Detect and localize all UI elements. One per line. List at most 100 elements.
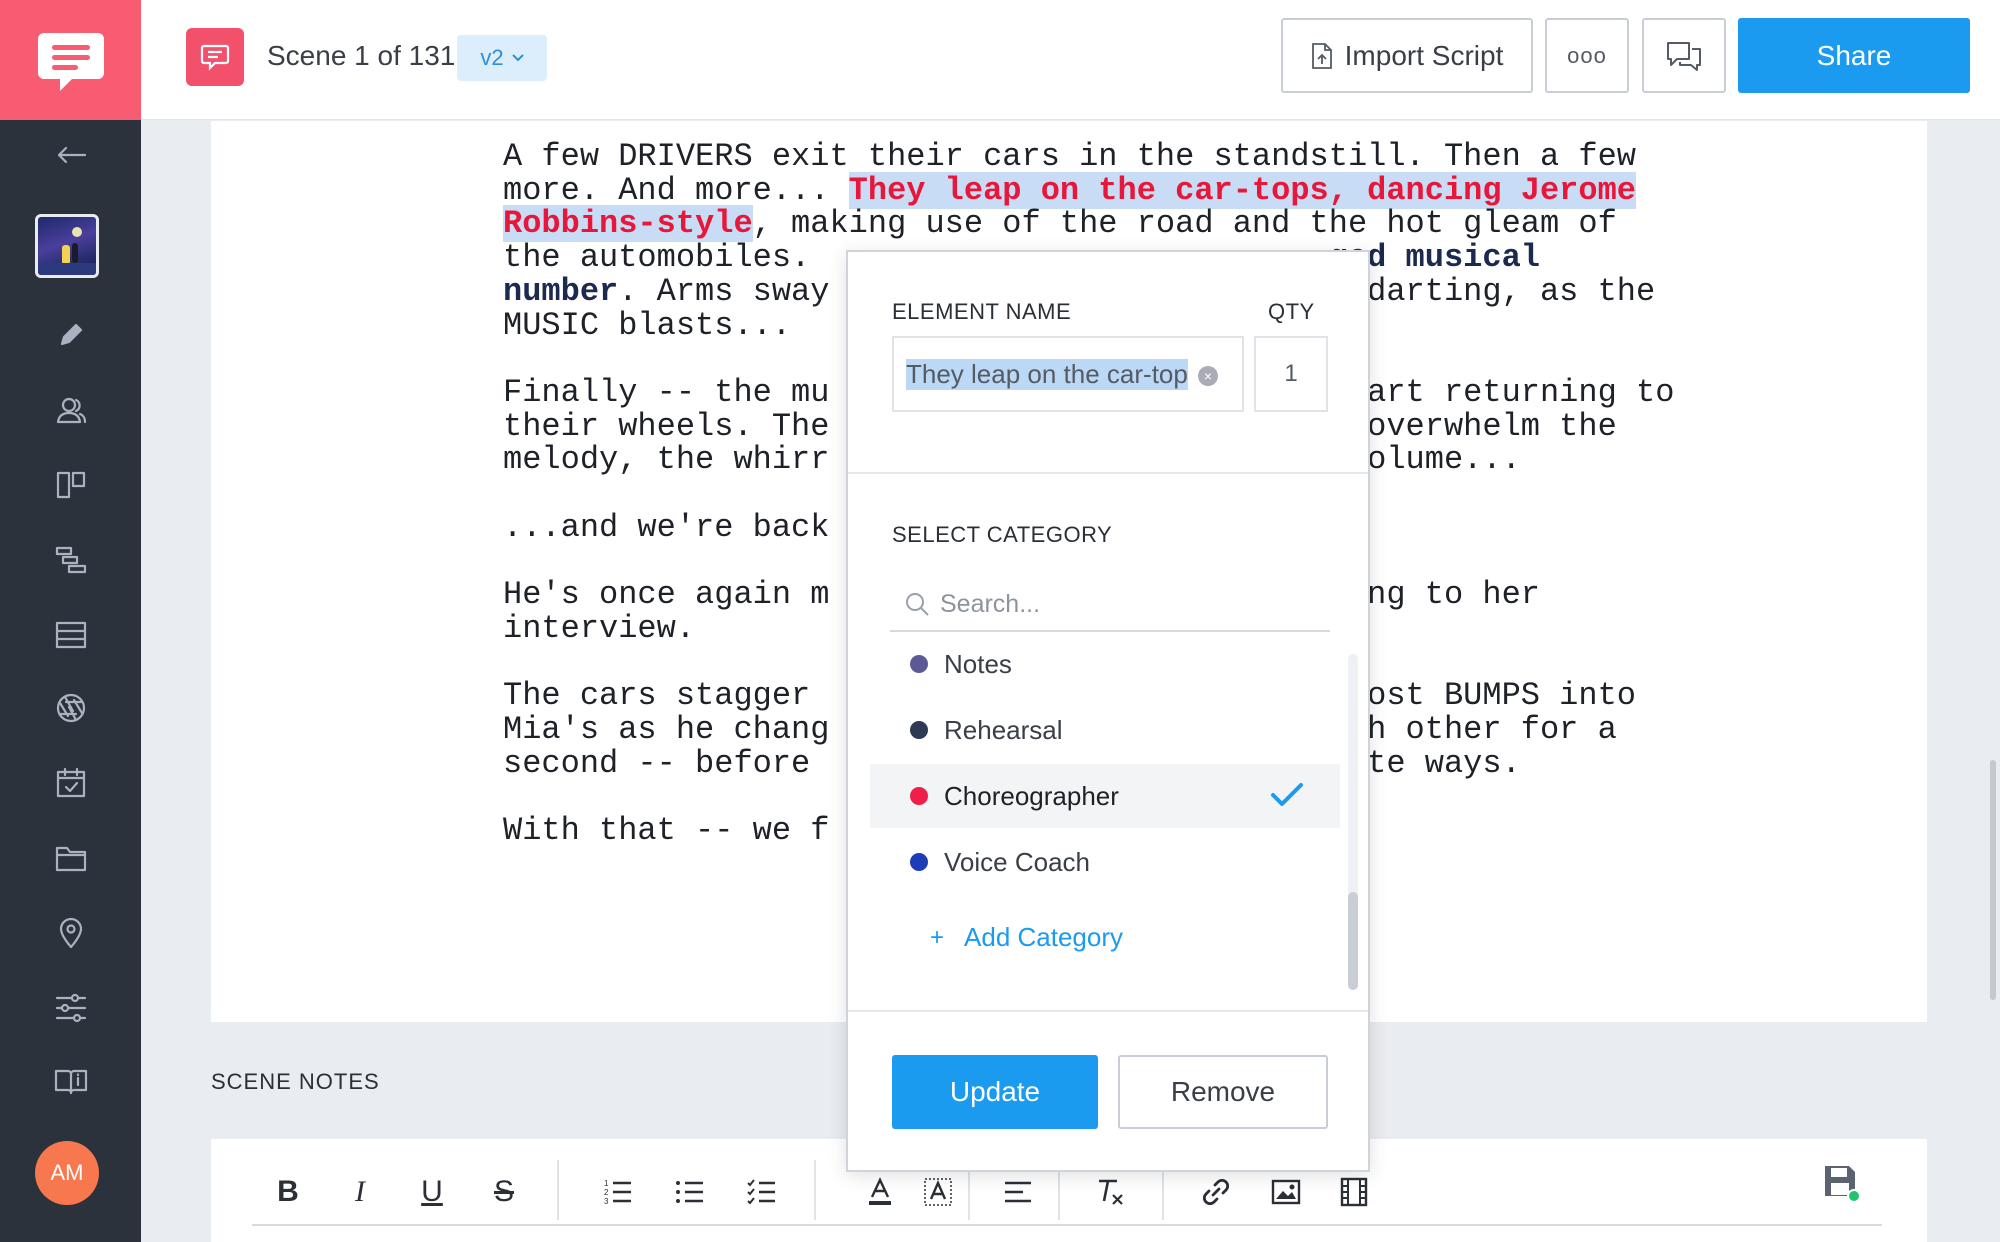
svg-text:3: 3 <box>604 1197 609 1206</box>
strikethrough-button[interactable]: S <box>482 1170 526 1214</box>
script-line: Robbins-style, making use of the road an… <box>503 205 1763 243</box>
element-modal: ELEMENT NAME QTY They leap on the car-to… <box>846 250 1370 1172</box>
script-text-segment: more. And more... <box>503 171 849 209</box>
checklist-button[interactable] <box>740 1170 784 1214</box>
toolbar-divider <box>814 1160 816 1220</box>
sidebar-item-locations[interactable] <box>0 903 141 963</box>
image-button[interactable] <box>1264 1170 1308 1214</box>
category-item-choreographer[interactable]: Choreographer <box>870 764 1340 828</box>
script-text-segment: interview. <box>503 609 696 647</box>
script-text-segment: number <box>503 272 619 310</box>
script-text-segment: A few DRIVERS exit their cars in the sta… <box>503 138 1636 175</box>
numbered-list-button[interactable]: 123 <box>596 1170 640 1214</box>
highlighted-element-text[interactable]: They leap on the car-tops, dancing Jerom… <box>848 171 1636 209</box>
category-label: Rehearsal <box>944 714 1063 745</box>
table-rows-icon <box>55 621 86 649</box>
check-icon <box>1271 783 1303 806</box>
script-line: A few DRIVERS exit their cars in the sta… <box>503 140 1763 174</box>
version-dropdown[interactable]: v2 <box>457 35 547 81</box>
sidebar-item-manual[interactable] <box>0 1051 141 1111</box>
film-button[interactable] <box>1332 1170 1376 1214</box>
clear-format-icon <box>1099 1179 1123 1205</box>
sidebar-item-settings[interactable] <box>0 978 141 1038</box>
underline-button[interactable]: U <box>410 1170 454 1214</box>
script-text-segment: MUSIC blasts... <box>503 306 792 344</box>
sidebar-item-edit[interactable] <box>0 305 141 365</box>
script-text-segment <box>503 778 522 815</box>
link-button[interactable] <box>1194 1170 1238 1214</box>
highlighted-element-text[interactable]: Robbins-style <box>503 205 753 243</box>
align-button[interactable] <box>996 1170 1040 1214</box>
back-button[interactable] <box>0 125 141 185</box>
sidebar: AM <box>0 0 141 1242</box>
comments-button[interactable] <box>1642 18 1726 93</box>
more-options-label: ooo <box>1567 42 1607 68</box>
element-name-label: ELEMENT NAME <box>892 299 1072 324</box>
user-avatar[interactable]: AM <box>35 1141 99 1205</box>
search-icon <box>906 593 929 616</box>
script-line: more. And more... They leap on the car-t… <box>503 171 1763 209</box>
update-button[interactable]: Update <box>892 1055 1098 1129</box>
chevron-down-icon <box>511 54 524 62</box>
project-thumbnail[interactable] <box>35 214 99 278</box>
image-icon <box>1271 1179 1301 1205</box>
qty-input[interactable]: 1 <box>1254 336 1328 412</box>
category-item-rehearsal[interactable]: Rehearsal <box>870 698 1340 762</box>
users-icon <box>56 397 86 424</box>
sidebar-item-calendar[interactable] <box>0 753 141 813</box>
sidebar-item-characters[interactable] <box>0 380 141 440</box>
page-scrollbar[interactable] <box>1990 760 1996 1000</box>
calendar-icon <box>56 767 85 798</box>
svg-text:1: 1 <box>604 1179 609 1188</box>
comments-icon <box>1667 41 1701 71</box>
clear-input-icon[interactable]: × <box>1198 366 1218 386</box>
sidebar-item-stripboard[interactable] <box>0 605 141 665</box>
remove-button[interactable]: Remove <box>1118 1055 1328 1129</box>
category-search-input[interactable] <box>940 589 1300 619</box>
add-category-button[interactable]: + Add Category <box>930 922 1123 953</box>
checklist-icon <box>747 1179 775 1205</box>
category-color-dot <box>910 655 928 673</box>
pencil-icon <box>60 323 82 346</box>
highlight-color-button[interactable] <box>916 1170 960 1214</box>
element-name-value: They leap on the car-top <box>906 358 1188 390</box>
select-category-label: SELECT CATEGORY <box>892 522 1113 547</box>
svg-text:2: 2 <box>604 1188 609 1197</box>
map-pin-icon <box>59 917 82 949</box>
category-label: Voice Coach <box>944 846 1090 877</box>
save-status[interactable] <box>1820 1162 1864 1206</box>
category-item-notes[interactable]: Notes <box>870 632 1340 696</box>
script-text-segment <box>503 340 522 377</box>
clear-format-button[interactable] <box>1088 1170 1132 1214</box>
scene-counter: Scene 1 of 131 <box>267 40 456 71</box>
sidebar-item-shot-list[interactable] <box>0 530 141 590</box>
sidebar-item-elements[interactable] <box>0 678 141 738</box>
gantt-icon <box>55 546 86 574</box>
category-scrollbar[interactable] <box>1348 892 1358 990</box>
sidebar-item-files[interactable] <box>0 828 141 888</box>
import-script-button[interactable]: Import Script <box>1281 18 1533 93</box>
numbered-list-icon: 123 <box>604 1179 631 1206</box>
toolbar-divider <box>557 1160 559 1220</box>
share-button[interactable]: Share <box>1738 18 1970 93</box>
bold-button[interactable]: B <box>266 1170 310 1214</box>
italic-button[interactable]: I <box>338 1170 382 1214</box>
film-icon <box>1340 1177 1368 1207</box>
scene-icon <box>186 28 244 86</box>
modal-divider <box>848 1010 1368 1012</box>
aperture-icon <box>56 693 85 723</box>
top-header: Scene 1 of 131 v2 Import Script ooo Shar… <box>141 0 2000 120</box>
category-item-voice-coach[interactable]: Voice Coach <box>870 830 1340 894</box>
category-search <box>890 578 1330 632</box>
text-color-button[interactable] <box>858 1170 902 1214</box>
add-category-label: Add Category <box>964 922 1123 952</box>
sidebar-item-storyboard[interactable] <box>0 455 141 515</box>
bullet-list-icon <box>676 1181 703 1203</box>
scene-notes-label: SCENE NOTES <box>211 1069 380 1094</box>
app-logo[interactable] <box>0 0 141 120</box>
category-label: Notes <box>944 648 1012 679</box>
bullet-list-button[interactable] <box>668 1170 712 1214</box>
category-color-dot <box>910 721 928 739</box>
element-name-input[interactable]: They leap on the car-top <box>892 336 1244 412</box>
more-options-button[interactable]: ooo <box>1545 18 1629 93</box>
